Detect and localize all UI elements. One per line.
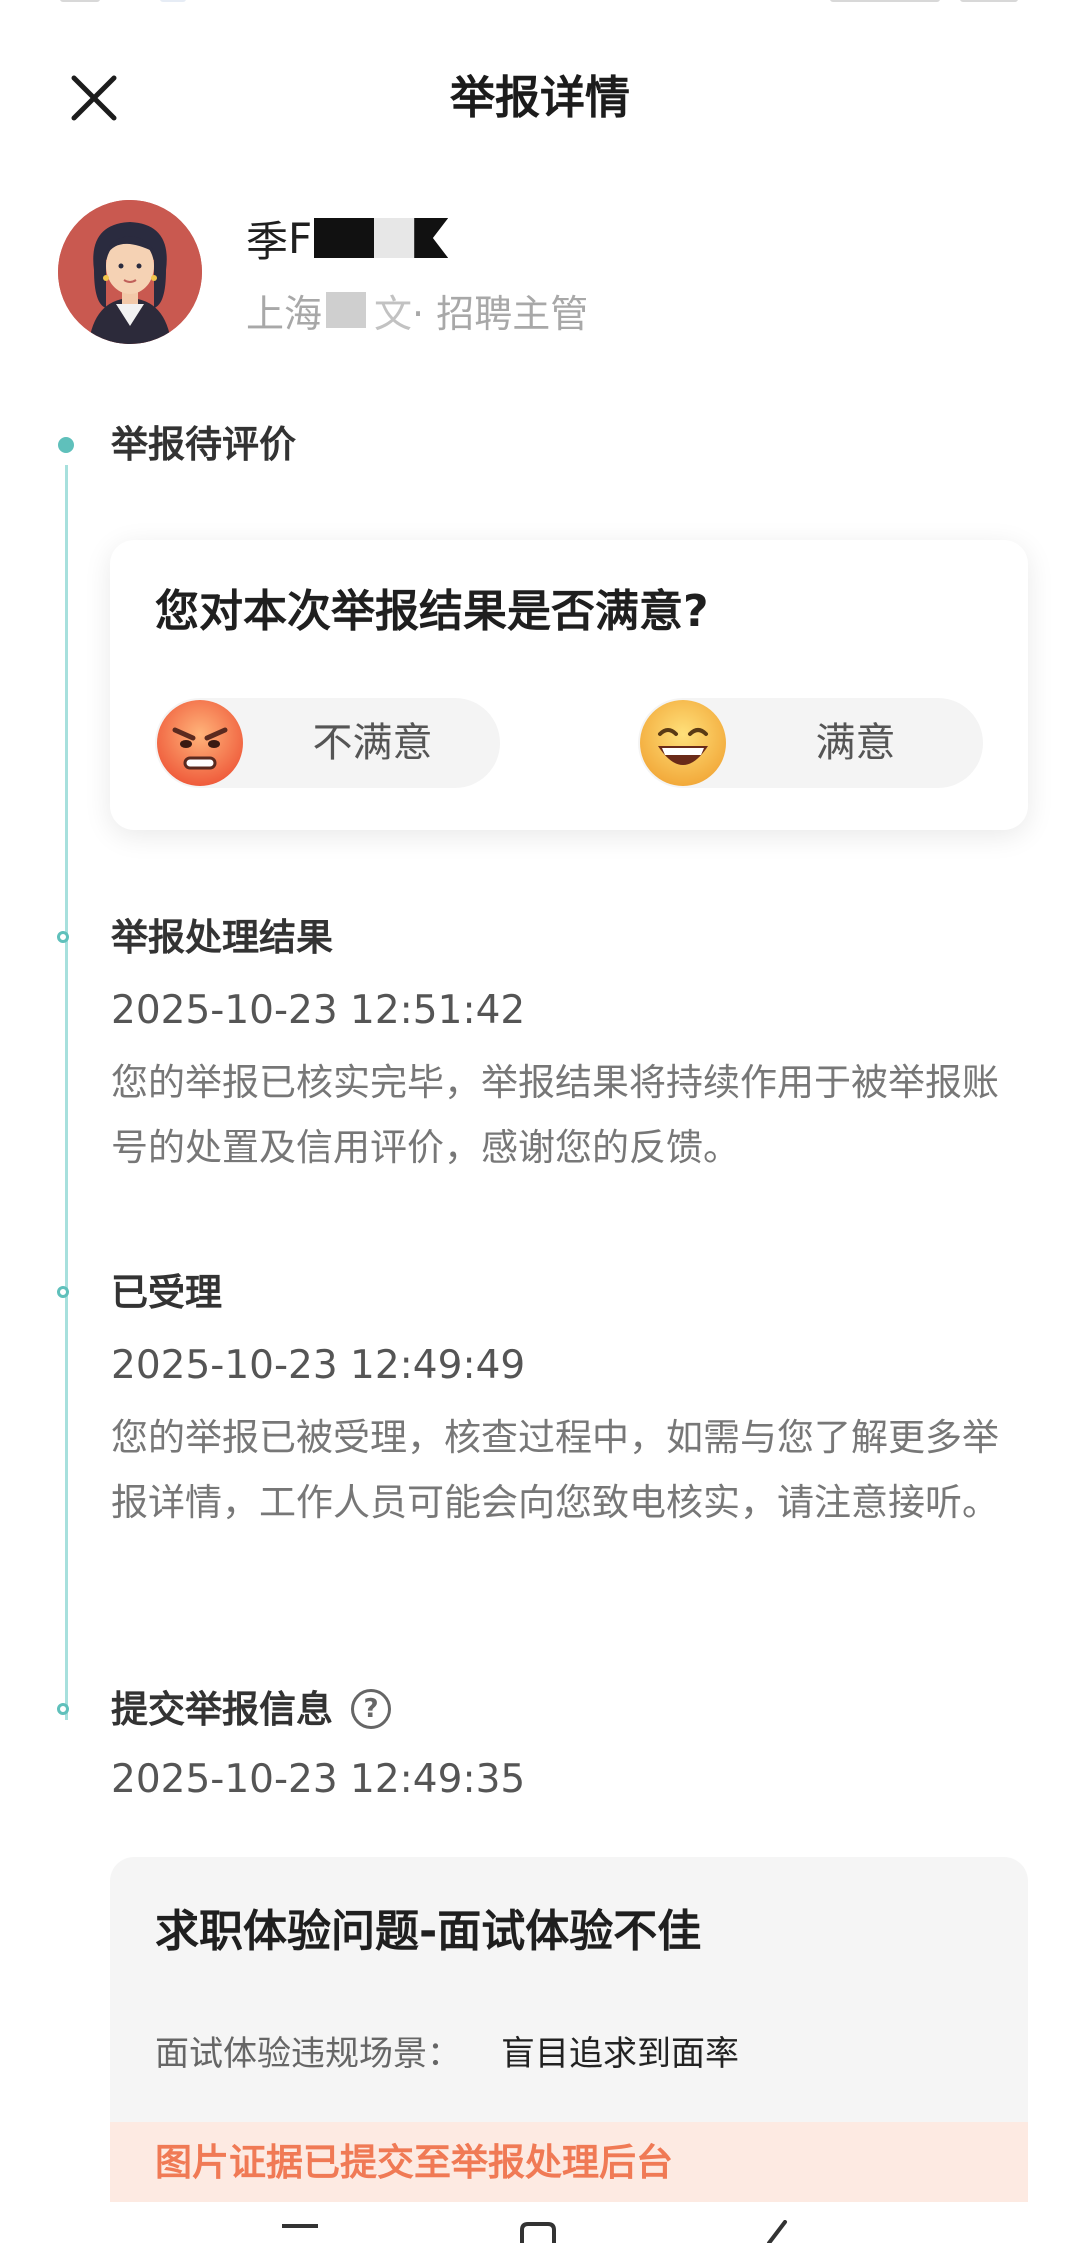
timeline-step-title: 提交举报信息 (111, 1688, 333, 1731)
report-detail-card: 求职体验问题-面试体验不佳 面试体验违规场景： 盲目追求到面率 (110, 1857, 1028, 2122)
page-title: 举报详情 (449, 71, 630, 124)
timeline-step-title: 已受理 (111, 1271, 222, 1314)
reported-user-profile: 季F 上海 文 · 招聘主管 (58, 200, 1038, 350)
back-icon[interactable] (755, 2220, 795, 2243)
redaction-block (414, 218, 449, 258)
dissatisfied-label: 不满意 (312, 720, 433, 766)
name-visible-text: 季 (246, 216, 289, 266)
job-title-text: · 招聘主管 (412, 291, 589, 336)
rating-card: 您对本次举报结果是否满意? 不满意 满意 (110, 540, 1028, 830)
timeline-line (65, 465, 68, 1720)
status-signal-icon (830, 0, 940, 2)
timeline-step-title: 举报待评价 (111, 423, 296, 466)
status-bar (0, 0, 1080, 8)
timeline-step-time: 2025-10-23 12:49:49 (111, 1343, 526, 1388)
evidence-banner: 图片证据已提交至举报处理后台 (110, 2122, 1028, 2202)
report-field-label: 面试体验违规场景： (155, 2034, 461, 2074)
top-bar: 举报详情 (0, 50, 1080, 140)
timeline-step-title-row: 提交举报信息? (111, 1682, 391, 1738)
menu-icon[interactable] (280, 2220, 320, 2243)
company-location-text: 上海 (246, 291, 323, 336)
report-field-row: 面试体验违规场景： 盲目追求到面率 (155, 2029, 739, 2079)
reported-user-company-role: 上海 文 · 招聘主管 (246, 280, 588, 340)
name-partial-char: F (288, 213, 313, 263)
laughing-face-icon (640, 700, 726, 786)
system-nav-bar (0, 2202, 1080, 2243)
reported-user-name: 季F (246, 208, 449, 268)
timeline-step-time: 2025-10-23 12:49:35 (111, 1757, 526, 1802)
report-field-value: 盲目追求到面率 (501, 2034, 739, 2074)
timeline-step-description: 您的举报已被受理，核查过程中，如需与您了解更多举报详情，工作人员可能会向您致电核… (111, 1416, 999, 1524)
redaction-block (314, 218, 375, 258)
timeline-step-title: 举报处理结果 (111, 916, 333, 959)
timeline-step-description: 您的举报已核实完毕，举报结果将持续作用于被举报账号的处置及信用评价，感谢您的反馈… (111, 1061, 999, 1169)
home-icon[interactable] (518, 2220, 558, 2243)
satisfied-label: 满意 (815, 720, 896, 766)
satisfied-button[interactable]: 满意 (638, 698, 983, 788)
timeline-dot-active (58, 437, 74, 453)
evidence-notice: 图片证据已提交至举报处理后台 (155, 2141, 673, 2184)
timeline-step-time: 2025-10-23 12:51:42 (111, 988, 526, 1033)
recruiter-avatar-illustration (58, 200, 202, 344)
status-notification-icon (160, 0, 186, 2)
timeline-dot (57, 1286, 69, 1298)
status-time-fragment (60, 0, 100, 2)
avatar[interactable] (58, 200, 202, 344)
dissatisfied-button[interactable]: 不满意 (155, 698, 500, 788)
company-name-fragment: 文 (374, 291, 413, 336)
timeline-dot (57, 931, 69, 943)
rating-question: 您对本次举报结果是否满意? (155, 586, 709, 637)
redaction-block (326, 292, 367, 328)
redaction-block (374, 218, 415, 258)
angry-face-icon (157, 700, 243, 786)
status-battery-icon (960, 0, 1018, 2)
question-circle-icon[interactable]: ? (351, 1688, 391, 1729)
timeline-dot (57, 1703, 69, 1715)
report-category-title: 求职体验问题-面试体验不佳 (155, 1906, 702, 1957)
